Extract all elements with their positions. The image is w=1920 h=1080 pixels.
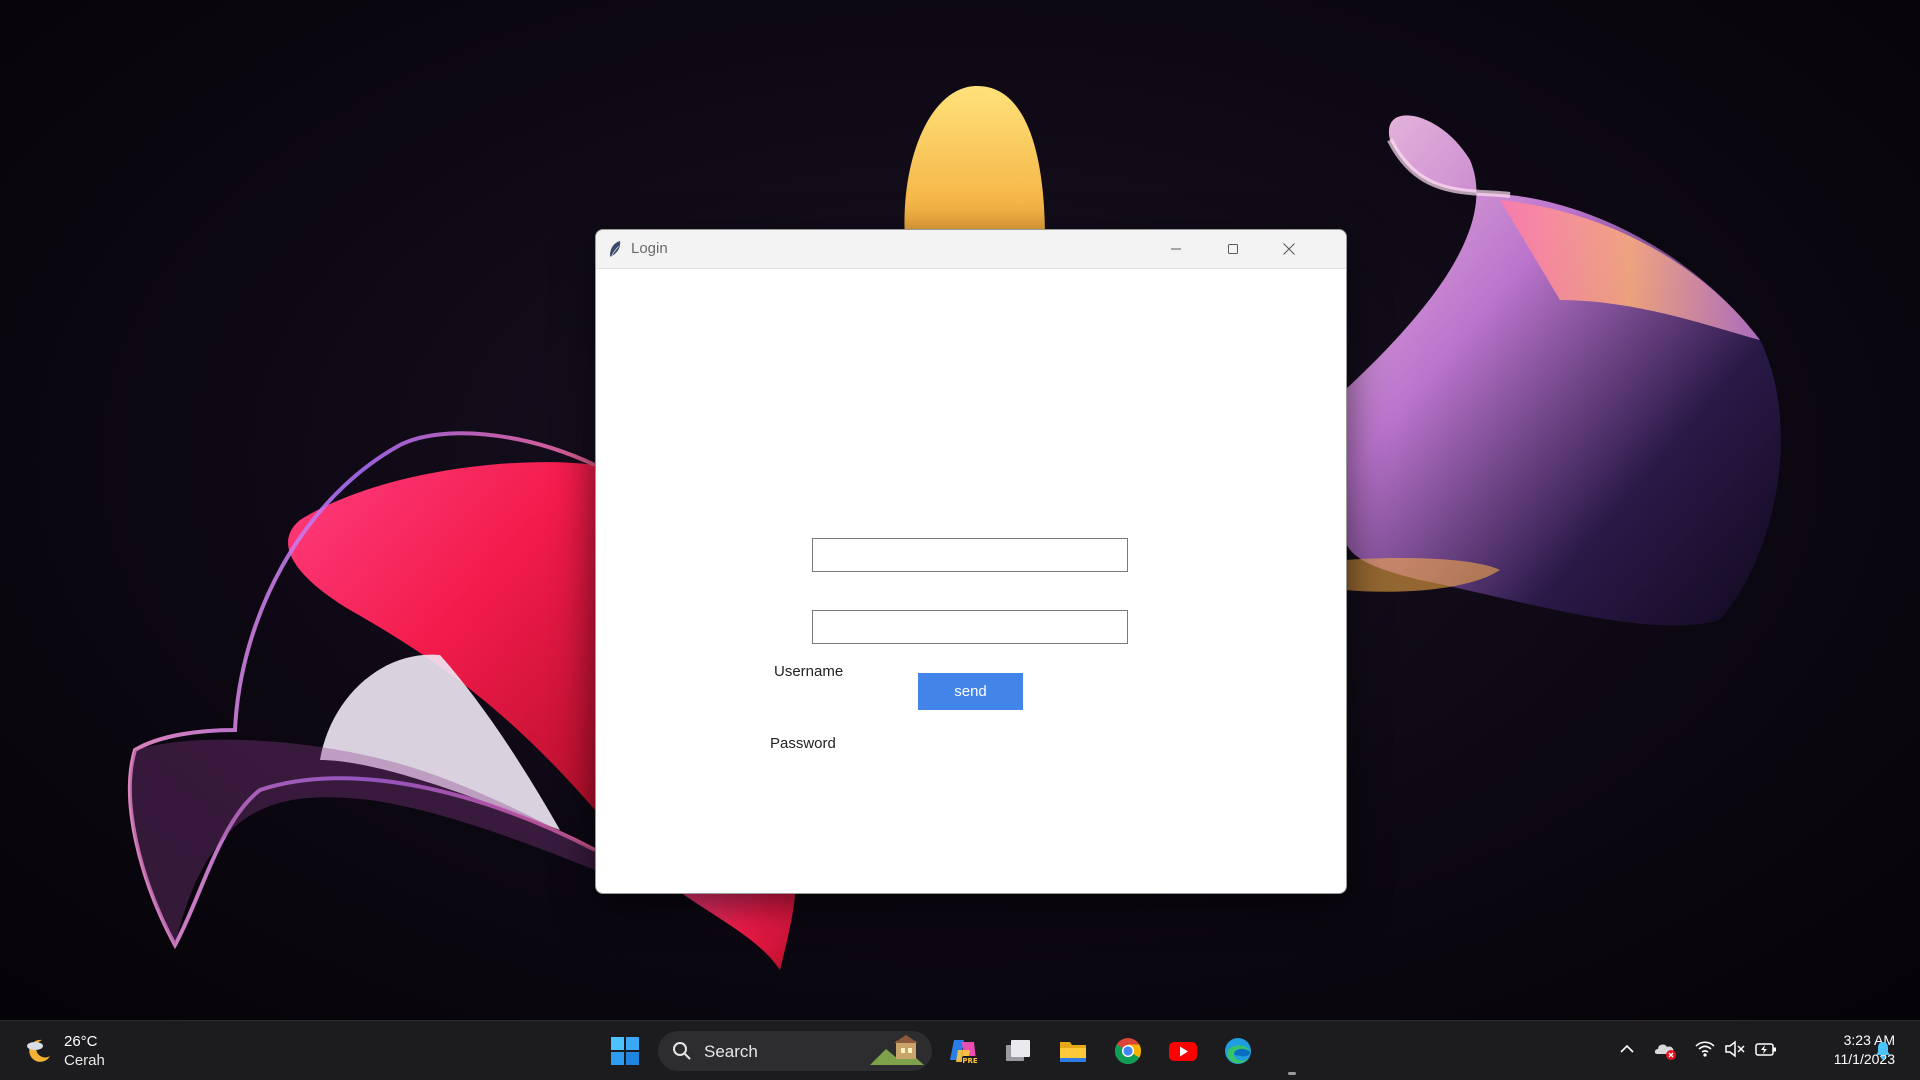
edge-icon [1225, 1038, 1251, 1064]
password-input[interactable] [812, 610, 1128, 644]
task-view-button[interactable] [996, 1030, 1040, 1072]
start-button[interactable] [603, 1030, 647, 1072]
close-icon [1283, 243, 1295, 255]
weather-condition: Cerah [64, 1052, 105, 1069]
username-input[interactable] [812, 538, 1128, 572]
login-window: Login Username Password send [595, 229, 1347, 894]
youtube-app[interactable] [1161, 1030, 1205, 1072]
copilot-app[interactable]: PRE [941, 1030, 985, 1072]
send-button[interactable]: send [918, 673, 1023, 710]
maximize-button[interactable] [1204, 230, 1261, 268]
copilot-icon: PRE [950, 1040, 978, 1065]
svg-text:PRE: PRE [962, 1057, 978, 1065]
file-explorer-icon [1060, 1042, 1086, 1062]
close-button[interactable] [1260, 230, 1318, 268]
search-icon [672, 1041, 692, 1066]
username-label: Username [774, 663, 844, 680]
onedrive-icon[interactable] [1653, 1040, 1677, 1065]
volume-muted-icon[interactable] [1724, 1040, 1746, 1063]
login-form: Username Password send [596, 269, 1346, 893]
chrome-app[interactable] [1106, 1030, 1150, 1072]
weather-temperature: 26°C [64, 1033, 98, 1050]
feather-icon [607, 240, 623, 258]
taskbar-search[interactable]: Search [658, 1031, 932, 1071]
minimize-button[interactable] [1147, 230, 1204, 268]
search-highlight-icon [868, 1035, 926, 1072]
wifi-icon[interactable] [1695, 1040, 1715, 1063]
youtube-icon [1169, 1042, 1197, 1061]
minimize-icon [1170, 248, 1181, 250]
chevron-up-icon[interactable] [1618, 1040, 1636, 1063]
running-app-indicator [1288, 1072, 1296, 1075]
title-bar[interactable]: Login [596, 230, 1346, 269]
moon-weather-icon [24, 1036, 54, 1071]
password-label: Password [770, 735, 836, 752]
chrome-icon [1114, 1038, 1142, 1065]
file-explorer-app[interactable] [1051, 1030, 1095, 1072]
window-title: Login [631, 240, 668, 257]
edge-app[interactable] [1216, 1030, 1260, 1072]
windows-logo-icon [611, 1037, 639, 1065]
taskbar: 26°C Cerah Search PRE 3:23 AM 11/1/2023 [0, 1020, 1920, 1080]
maximize-icon [1227, 244, 1238, 254]
notification-bell-icon[interactable] [1874, 1040, 1892, 1065]
task-view-icon [1006, 1040, 1030, 1061]
weather-widget[interactable]: 26°C Cerah [18, 1030, 128, 1072]
search-label: Search [704, 1042, 758, 1061]
battery-icon[interactable] [1754, 1040, 1778, 1063]
